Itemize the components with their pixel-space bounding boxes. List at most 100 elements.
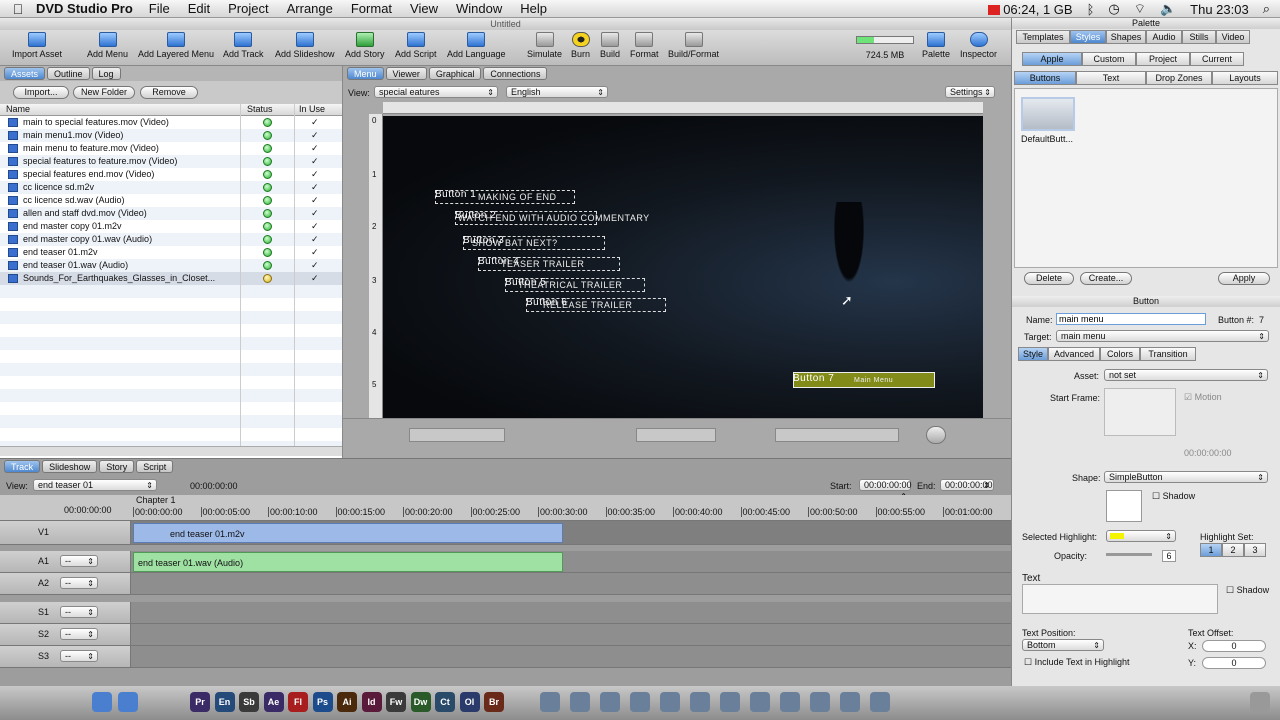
- view-popup[interactable]: special eatures: [374, 86, 498, 98]
- tab-graphical[interactable]: Graphical: [428, 67, 482, 80]
- app-ol-icon[interactable]: Ol: [459, 692, 480, 712]
- assets-scrollbar[interactable]: [0, 446, 342, 456]
- asset-row[interactable]: end master copy 01.wav (Audio) ✓: [0, 233, 342, 246]
- language-popup[interactable]: English: [506, 86, 608, 98]
- video-clip[interactable]: end teaser 01.m2v: [133, 523, 563, 543]
- dock-app-icon[interactable]: [690, 692, 710, 712]
- x-stepper[interactable]: 0: [1202, 640, 1266, 652]
- import-button[interactable]: Import...: [13, 86, 69, 99]
- menu-project[interactable]: Project: [228, 1, 268, 16]
- add-story-button[interactable]: Add Story: [345, 32, 385, 59]
- start-frame-well[interactable]: [1104, 388, 1176, 436]
- tab-assets[interactable]: Assets: [4, 67, 46, 80]
- kind-text[interactable]: Text: [1076, 71, 1146, 85]
- menu-format[interactable]: Format: [351, 1, 392, 16]
- format-button[interactable]: Format: [630, 32, 659, 59]
- bluetooth-icon[interactable]: ᛒ: [1087, 2, 1095, 17]
- tab-connections[interactable]: Connections: [483, 67, 548, 80]
- tab-transition[interactable]: Transition: [1140, 347, 1196, 361]
- app-ct-icon[interactable]: Ct: [435, 692, 455, 712]
- text-shadow-checkbox[interactable]: ☐ Shadow: [1226, 585, 1269, 596]
- settings-popup[interactable]: Settings: [945, 86, 995, 98]
- app-dw-icon[interactable]: Dw: [410, 692, 431, 712]
- dock-app-icon[interactable]: [660, 692, 680, 712]
- dock-app-icon[interactable]: [840, 692, 860, 712]
- tab-shapes[interactable]: Shapes: [1106, 30, 1146, 44]
- add-script-button[interactable]: Add Script: [395, 32, 437, 59]
- add-menu-button[interactable]: Add Menu: [87, 32, 128, 59]
- asset-row[interactable]: Sounds_For_Earthquakes_Glasses_in_Closet…: [0, 272, 342, 285]
- create-button[interactable]: Create...: [1080, 272, 1132, 285]
- menu-button-1[interactable]: Button 1 MAKING OF END: [435, 189, 575, 204]
- dock-app-icon[interactable]: [810, 692, 830, 712]
- finder-icon[interactable]: [92, 692, 112, 712]
- tab-style[interactable]: Style: [1018, 347, 1048, 361]
- tab-stills[interactable]: Stills: [1182, 30, 1216, 44]
- kind-layouts[interactable]: Layouts: [1212, 71, 1278, 85]
- app-menu[interactable]: DVD Studio Pro: [36, 1, 133, 16]
- asset-row[interactable]: cc licence sd.m2v ✓: [0, 181, 342, 194]
- opacity-value[interactable]: 6: [1162, 550, 1176, 562]
- dock-app-icon[interactable]: [780, 692, 800, 712]
- palette-button[interactable]: Palette: [922, 32, 950, 59]
- target-popup[interactable]: main menu: [1056, 330, 1269, 342]
- asset-row[interactable]: special features end.mov (Video) ✓: [0, 168, 342, 181]
- asset-row[interactable]: end master copy 01.m2v ✓: [0, 220, 342, 233]
- app-id-icon[interactable]: Id: [361, 692, 382, 712]
- delete-button[interactable]: Delete: [1024, 272, 1074, 285]
- app-ai-icon[interactable]: Ai: [337, 692, 357, 712]
- tab-script[interactable]: Script: [136, 460, 174, 473]
- app-ae-icon[interactable]: Ae: [263, 692, 284, 712]
- col-status[interactable]: Status: [247, 104, 273, 114]
- y-stepper[interactable]: 0: [1202, 657, 1266, 669]
- menu-view[interactable]: View: [410, 1, 438, 16]
- asset-row[interactable]: end teaser 01.m2v ✓: [0, 246, 342, 259]
- track-popup[interactable]: --: [60, 577, 98, 589]
- tab-viewer[interactable]: Viewer: [385, 67, 427, 80]
- asset-row[interactable]: end teaser 01.wav (Audio) ✓: [0, 259, 342, 272]
- app-ps-icon[interactable]: Ps: [312, 692, 333, 712]
- overlay-buttons[interactable]: [775, 428, 899, 442]
- col-name[interactable]: Name: [6, 104, 30, 114]
- tab-menu[interactable]: Menu: [347, 67, 384, 80]
- add-slideshow-button[interactable]: Add Slideshow: [275, 32, 335, 59]
- asset-row[interactable]: main to special features.mov (Video) ✓: [0, 116, 342, 129]
- dock-app-icon[interactable]: [750, 692, 770, 712]
- tab-audio[interactable]: Audio: [1146, 30, 1182, 44]
- hl-set-1[interactable]: 1: [1200, 543, 1222, 557]
- dock-app-icon[interactable]: [630, 692, 650, 712]
- add-track-button[interactable]: Add Track: [223, 32, 264, 59]
- import-asset-button[interactable]: Import Asset: [12, 32, 62, 59]
- burn-button[interactable]: Burn: [571, 32, 590, 59]
- dock-app-icon[interactable]: [600, 692, 620, 712]
- menu-help[interactable]: Help: [520, 1, 547, 16]
- asset-row[interactable]: main menu1.mov (Video) ✓: [0, 129, 342, 142]
- trash-icon[interactable]: [1250, 692, 1270, 712]
- track-popup[interactable]: --: [60, 628, 98, 640]
- scope-custom[interactable]: Custom: [1082, 52, 1136, 66]
- kind-buttons[interactable]: Buttons: [1014, 71, 1076, 85]
- remove-button[interactable]: Remove: [140, 86, 198, 99]
- track-view-popup[interactable]: end teaser 01: [33, 479, 157, 491]
- tab-advanced[interactable]: Advanced: [1048, 347, 1100, 361]
- app-br-icon[interactable]: Br: [484, 692, 504, 712]
- track-popup[interactable]: --: [60, 606, 98, 618]
- track-popup[interactable]: --: [60, 555, 98, 567]
- time-machine-icon[interactable]: ◷: [1108, 1, 1119, 17]
- menu-button-3[interactable]: Button 3 SHOW BAT NEXT?: [463, 235, 605, 250]
- apply-button[interactable]: Apply: [1218, 272, 1270, 285]
- dock-app-icon[interactable]: [870, 692, 890, 712]
- menu-button-2[interactable]: Button 2 WATCH END WITH AUDIO COMMENTARY: [455, 210, 649, 225]
- build-format-button[interactable]: Build/Format: [668, 32, 719, 59]
- start-field[interactable]: 00:00:00:00: [859, 479, 912, 502]
- add-language-button[interactable]: Add Language: [447, 32, 506, 59]
- wifi-icon[interactable]: ⌔: [1134, 1, 1146, 17]
- inspector-button[interactable]: Inspector: [960, 32, 997, 59]
- shadow-checkbox[interactable]: ☐ Shadow: [1152, 491, 1195, 502]
- menu-window[interactable]: Window: [456, 1, 502, 16]
- text-position-popup[interactable]: Bottom: [1022, 639, 1104, 651]
- shape-popup[interactable]: SimpleButton: [1104, 471, 1268, 483]
- tab-log[interactable]: Log: [91, 67, 121, 80]
- kind-drop-zones[interactable]: Drop Zones: [1146, 71, 1212, 85]
- motion-checkbox[interactable]: ☑ Motion: [1184, 392, 1222, 403]
